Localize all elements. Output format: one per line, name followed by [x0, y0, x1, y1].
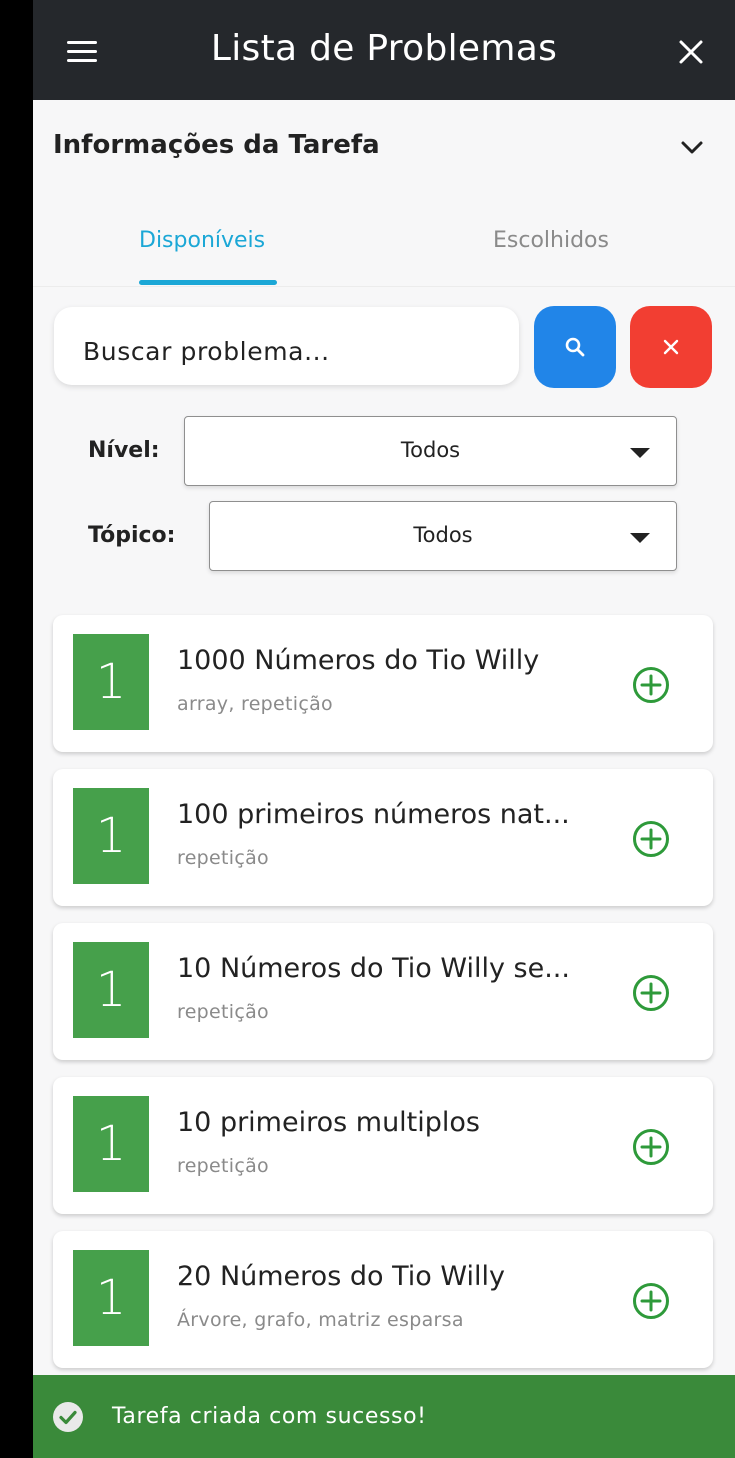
- dropdown-arrow-icon: [630, 533, 650, 543]
- level-select-value: Todos: [400, 438, 461, 462]
- level-badge: 1: [73, 1096, 149, 1192]
- level-filter-label: Nível:: [88, 438, 160, 463]
- task-info-expander[interactable]: Informações da Tarefa: [33, 100, 735, 192]
- problem-card[interactable]: 1 100 primeiros números nat... repetição: [53, 769, 713, 906]
- topic-select[interactable]: Todos: [209, 501, 677, 571]
- check-circle-icon: [53, 1402, 83, 1432]
- search-input[interactable]: [83, 337, 503, 366]
- level-badge: 1: [73, 1250, 149, 1346]
- problem-title: 20 Números do Tio Willy: [177, 1261, 505, 1292]
- problem-tags: repetição: [177, 1155, 269, 1177]
- problem-tags: repetição: [177, 1001, 269, 1023]
- problem-card[interactable]: 1 10 Números do Tio Willy se... repetiçã…: [53, 923, 713, 1060]
- close-icon[interactable]: [677, 38, 705, 66]
- level-badge: 1: [73, 788, 149, 884]
- level-badge: 1: [73, 634, 149, 730]
- tab-bar: Disponíveis Escolhidos: [33, 212, 735, 287]
- app-screen: Lista de Problemas Informações da Tarefa…: [33, 0, 735, 1458]
- tab-escolhidos[interactable]: Escolhidos: [493, 228, 609, 253]
- problem-card[interactable]: 1 20 Números do Tio Willy Árvore, grafo,…: [53, 1231, 713, 1368]
- level-select[interactable]: Todos: [184, 416, 677, 486]
- topic-filter-label: Tópico:: [88, 523, 176, 548]
- search-field[interactable]: [54, 307, 519, 385]
- active-tab-indicator: [139, 280, 277, 285]
- add-circle-icon[interactable]: [631, 973, 671, 1013]
- problem-card[interactable]: 1 1000 Números do Tio Willy array, repet…: [53, 615, 713, 752]
- task-info-title: Informações da Tarefa: [53, 130, 380, 160]
- app-bar: Lista de Problemas: [33, 0, 735, 100]
- close-icon: [663, 339, 679, 355]
- add-circle-icon[interactable]: [631, 819, 671, 859]
- topic-select-value: Todos: [413, 523, 473, 547]
- add-circle-icon[interactable]: [631, 1281, 671, 1321]
- problem-title: 10 Números do Tio Willy se...: [177, 953, 570, 984]
- problem-card[interactable]: 1 10 primeiros multiplos repetição: [53, 1077, 713, 1214]
- chevron-down-icon[interactable]: [679, 134, 705, 160]
- problem-tags: repetição: [177, 847, 269, 869]
- problem-title: 100 primeiros números nat...: [177, 799, 570, 830]
- problem-tags: Árvore, grafo, matriz esparsa: [177, 1309, 464, 1331]
- page-title: Lista de Problemas: [210, 28, 558, 69]
- problem-title: 10 primeiros multiplos: [177, 1107, 480, 1138]
- search-icon: [565, 337, 585, 357]
- snackbar-message: Tarefa criada com sucesso!: [112, 1404, 427, 1429]
- add-circle-icon[interactable]: [631, 665, 671, 705]
- add-circle-icon[interactable]: [631, 1127, 671, 1167]
- problem-title: 1000 Números do Tio Willy: [177, 645, 540, 676]
- problem-tags: array, repetição: [177, 693, 333, 715]
- dropdown-arrow-icon: [630, 448, 650, 458]
- success-snackbar: Tarefa criada com sucesso!: [33, 1375, 735, 1458]
- level-badge: 1: [73, 942, 149, 1038]
- tab-disponiveis[interactable]: Disponíveis: [139, 228, 265, 253]
- clear-search-button[interactable]: [630, 306, 712, 388]
- search-button[interactable]: [534, 306, 616, 388]
